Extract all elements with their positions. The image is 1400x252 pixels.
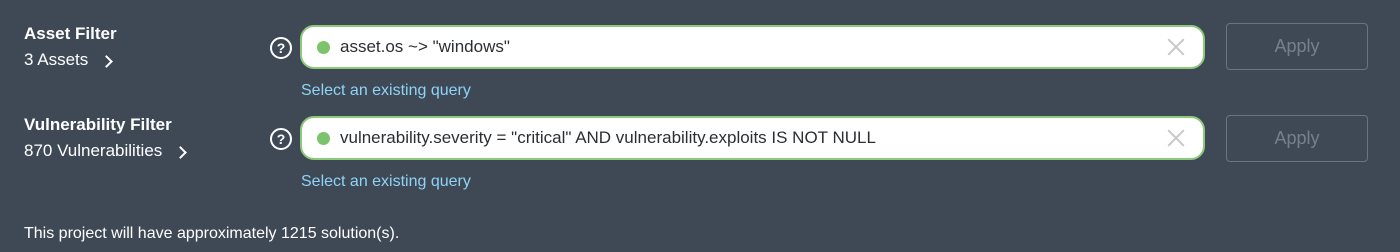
- vulnerability-select-existing-query-link[interactable]: Select an existing query: [301, 173, 471, 191]
- asset-query-input[interactable]: asset.os ~> "windows": [300, 25, 1205, 69]
- asset-count-label: 3 Assets: [24, 50, 89, 69]
- status-dot-icon: [317, 40, 330, 54]
- chevron-right-icon: [174, 145, 188, 159]
- help-icon[interactable]: ?: [270, 128, 292, 150]
- solutions-estimate-text: This project will have approximately 121…: [24, 225, 400, 242]
- asset-query-text[interactable]: asset.os ~> "windows": [340, 37, 1165, 57]
- asset-apply-button[interactable]: Apply: [1226, 23, 1368, 70]
- status-dot-icon: [317, 131, 330, 145]
- chevron-right-icon: [100, 54, 114, 68]
- vulnerability-filter-label-block: Vulnerability Filter 870 Vulnerabilities: [24, 115, 188, 161]
- asset-select-existing-query-link[interactable]: Select an existing query: [301, 82, 471, 100]
- help-icon[interactable]: ?: [270, 37, 292, 59]
- asset-filter-label-block: Asset Filter 3 Assets: [24, 24, 117, 70]
- vulnerability-apply-button[interactable]: Apply: [1226, 115, 1368, 162]
- vulnerability-query-input[interactable]: vulnerability.severity = "critical" AND …: [300, 116, 1205, 160]
- close-icon[interactable]: [1165, 36, 1187, 58]
- vulnerability-count-label: 870 Vulnerabilities: [24, 141, 163, 160]
- asset-filter-title: Asset Filter: [24, 24, 117, 43]
- vulnerability-count-link[interactable]: 870 Vulnerabilities: [24, 141, 188, 161]
- asset-count-link[interactable]: 3 Assets: [24, 50, 117, 70]
- vulnerability-query-text[interactable]: vulnerability.severity = "critical" AND …: [340, 128, 1165, 148]
- close-icon[interactable]: [1165, 127, 1187, 149]
- vulnerability-filter-title: Vulnerability Filter: [24, 115, 172, 134]
